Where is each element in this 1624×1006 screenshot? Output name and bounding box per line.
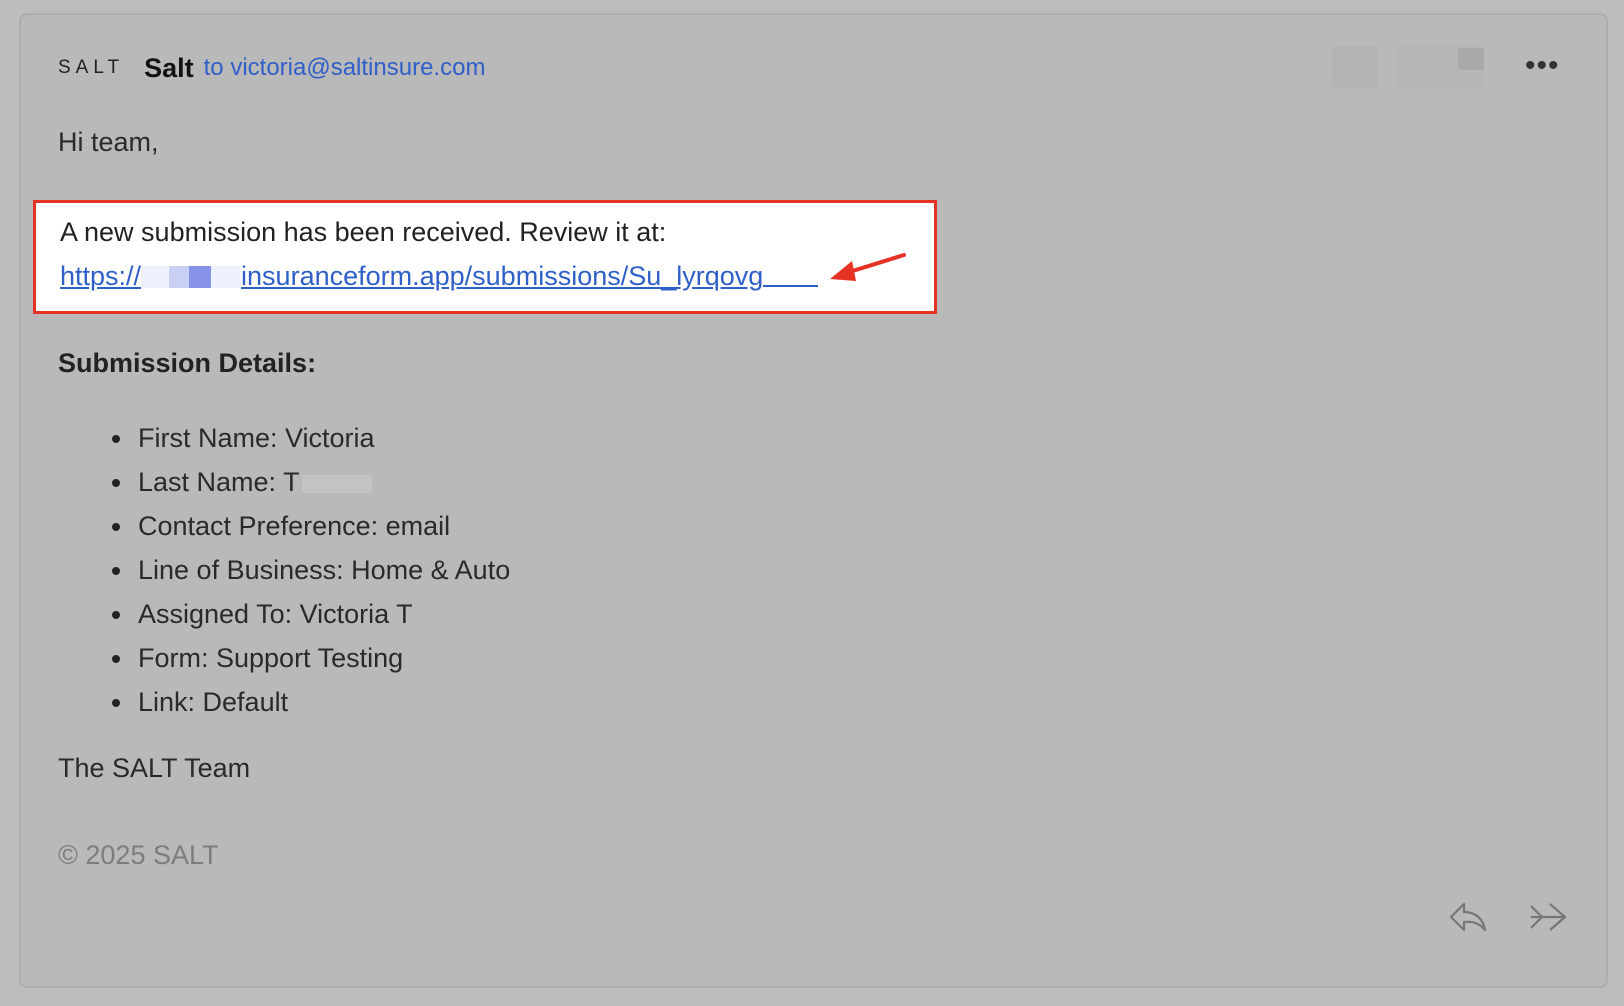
redacted-domain	[211, 265, 242, 288]
redacted-domain	[141, 265, 170, 288]
details-title: Submission Details:	[58, 348, 317, 378]
list-item: First Name: Victoria	[110, 416, 510, 460]
submission-link[interactable]: https:// insuranceform.app/submissions/S…	[60, 261, 819, 292]
copyright-text: © 2025 SALT	[58, 840, 219, 870]
redacted-area	[1332, 46, 1378, 88]
list-item: Link: Default	[110, 680, 510, 724]
redacted-last-name	[301, 474, 372, 493]
highlighted-submission-box: A new submission has been received. Revi…	[33, 200, 937, 314]
more-options-icon[interactable]: •••	[1525, 51, 1560, 81]
list-item: Assigned To: Victoria T	[110, 592, 510, 636]
recipient-line[interactable]: to victoria@saltinsure.com	[204, 54, 486, 82]
list-item: Form: Support Testing	[110, 636, 510, 680]
forward-icon[interactable]	[1528, 900, 1568, 934]
list-item: Contact Preference: email	[110, 504, 510, 548]
redacted-domain	[169, 265, 190, 288]
list-item: Line of Business: Home & Auto	[110, 548, 510, 592]
salt-logo: SALT	[58, 57, 125, 78]
greeting-text: Hi team,	[58, 127, 159, 157]
email-header: SALT Salt to victoria@saltinsure.com	[58, 50, 485, 86]
redacted-domain	[189, 265, 212, 288]
redacted-area	[1458, 48, 1484, 70]
list-item: Last Name: T	[110, 460, 510, 504]
red-arrow-icon	[830, 253, 906, 281]
review-text: A new submission has been received. Revi…	[60, 217, 667, 247]
link-suffix: insuranceform.app/submissions/Su_lyrqovg	[241, 261, 764, 291]
signoff-text: The SALT Team	[58, 753, 251, 783]
redacted-link-tail	[763, 284, 819, 287]
link-prefix: https://	[60, 261, 142, 291]
sender-name[interactable]: Salt	[144, 53, 194, 84]
message-actions	[1448, 900, 1568, 934]
reply-icon[interactable]	[1448, 900, 1488, 934]
details-list: First Name: Victoria Last Name: T Contac…	[110, 416, 510, 724]
